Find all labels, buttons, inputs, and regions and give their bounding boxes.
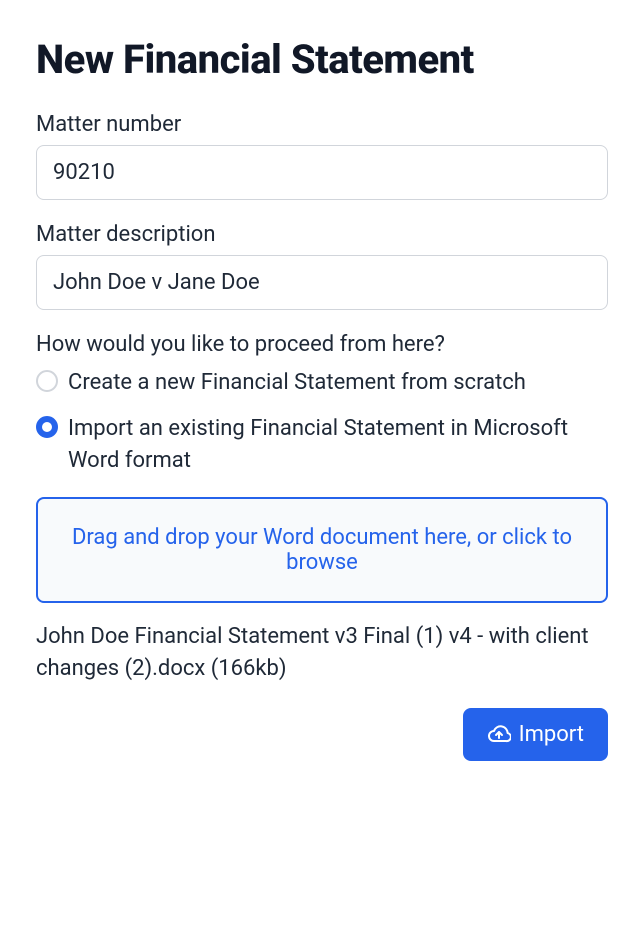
import-button[interactable]: Import [463, 708, 608, 761]
proceed-question: How would you like to proceed from here? [36, 332, 608, 357]
radio-icon-selected [36, 416, 58, 438]
matter-description-input[interactable] [36, 255, 608, 310]
radio-label-import: Import an existing Financial Statement i… [68, 413, 608, 477]
radio-option-create[interactable]: Create a new Financial Statement from sc… [36, 367, 608, 399]
matter-number-label: Matter number [36, 112, 608, 137]
matter-number-group: Matter number [36, 112, 608, 200]
radio-label-create: Create a new Financial Statement from sc… [68, 367, 526, 399]
radio-icon [36, 370, 58, 392]
matter-number-input[interactable] [36, 145, 608, 200]
matter-description-label: Matter description [36, 222, 608, 247]
proceed-options: How would you like to proceed from here?… [36, 332, 608, 477]
radio-option-import[interactable]: Import an existing Financial Statement i… [36, 413, 608, 477]
cloud-upload-icon [487, 723, 511, 747]
button-row: Import [36, 708, 608, 761]
uploaded-file-info: John Doe Financial Statement v3 Final (1… [36, 621, 608, 685]
page-title: New Financial Statement [36, 36, 608, 84]
matter-description-group: Matter description [36, 222, 608, 310]
import-button-label: Import [519, 722, 584, 747]
dropzone[interactable]: Drag and drop your Word document here, o… [36, 497, 608, 603]
